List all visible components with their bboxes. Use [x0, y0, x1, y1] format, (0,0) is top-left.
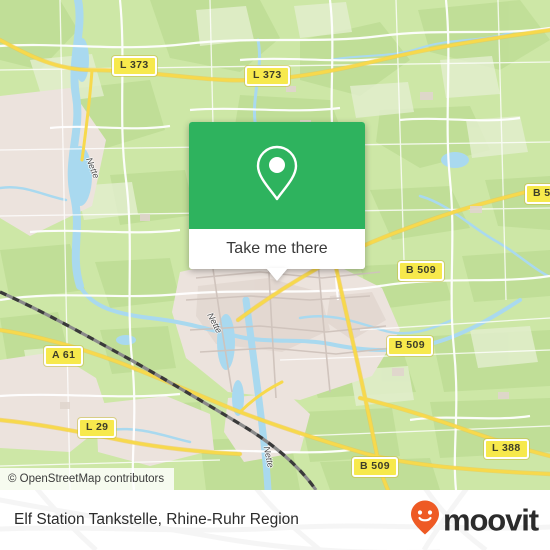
- take-me-there-label: Take me there: [226, 240, 328, 257]
- popup-action-bar[interactable]: Take me there: [189, 229, 365, 281]
- road-shield: L 373: [112, 56, 157, 76]
- moovit-wordmark: moovit: [442, 502, 539, 538]
- moovit-smiley-pin-icon: [410, 500, 440, 541]
- moovit-brand[interactable]: moovit: [410, 500, 539, 541]
- page-title: Elf Station Tankstelle, Rhine-Ruhr Regio…: [14, 511, 299, 528]
- map-canvas[interactable]: L 373 L 373 B 5 B 509 B 509 A 61 L 29 L …: [0, 0, 550, 490]
- osm-attribution-text: © OpenStreetMap contributors: [8, 473, 165, 485]
- popup-image-area: [189, 122, 365, 229]
- popup-tail-pointer: [266, 268, 288, 281]
- road-shield: L 388: [484, 439, 529, 459]
- road-shield: B 509: [352, 457, 399, 477]
- location-popup[interactable]: Take me there: [189, 122, 365, 281]
- road-shield: L 373: [245, 66, 290, 86]
- map-pin-icon: [253, 143, 301, 208]
- map-share-card: L 373 L 373 B 5 B 509 B 509 A 61 L 29 L …: [0, 0, 550, 550]
- osm-attribution[interactable]: © OpenStreetMap contributors: [0, 468, 175, 490]
- road-shield: A 61: [44, 346, 84, 366]
- road-shield: B 5: [525, 184, 550, 204]
- road-shield: B 509: [387, 336, 434, 356]
- road-shield: L 29: [78, 418, 117, 438]
- footer-bar: Elf Station Tankstelle, Rhine-Ruhr Regio…: [0, 490, 550, 550]
- road-shield: B 509: [398, 261, 445, 281]
